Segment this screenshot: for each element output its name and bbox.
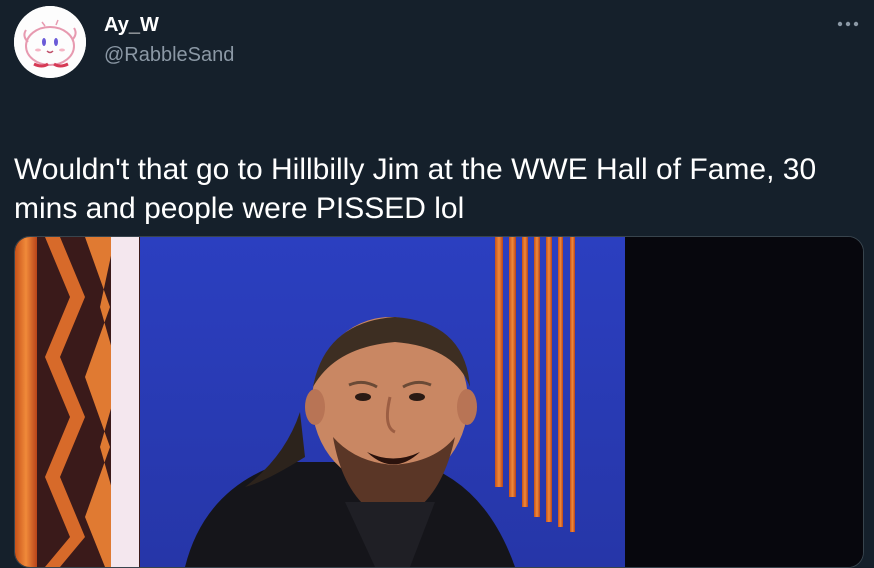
author-display-name[interactable]: Ay_W: [104, 13, 159, 37]
more-options-button[interactable]: [834, 12, 862, 36]
tweet-photo[interactable]: [14, 236, 864, 568]
author-handle[interactable]: @RabbleSand: [104, 43, 234, 67]
kirby-avatar-icon: [14, 6, 86, 78]
author-avatar[interactable]: [14, 6, 86, 78]
tweet-card: Ay_W @RabbleSand Wouldn't that go to Hil…: [0, 0, 874, 568]
wrestler-photo-image: [15, 237, 863, 567]
tweet-text: Wouldn't that go to Hillbilly Jim at the…: [14, 153, 817, 225]
more-horizontal-icon: [837, 21, 859, 27]
